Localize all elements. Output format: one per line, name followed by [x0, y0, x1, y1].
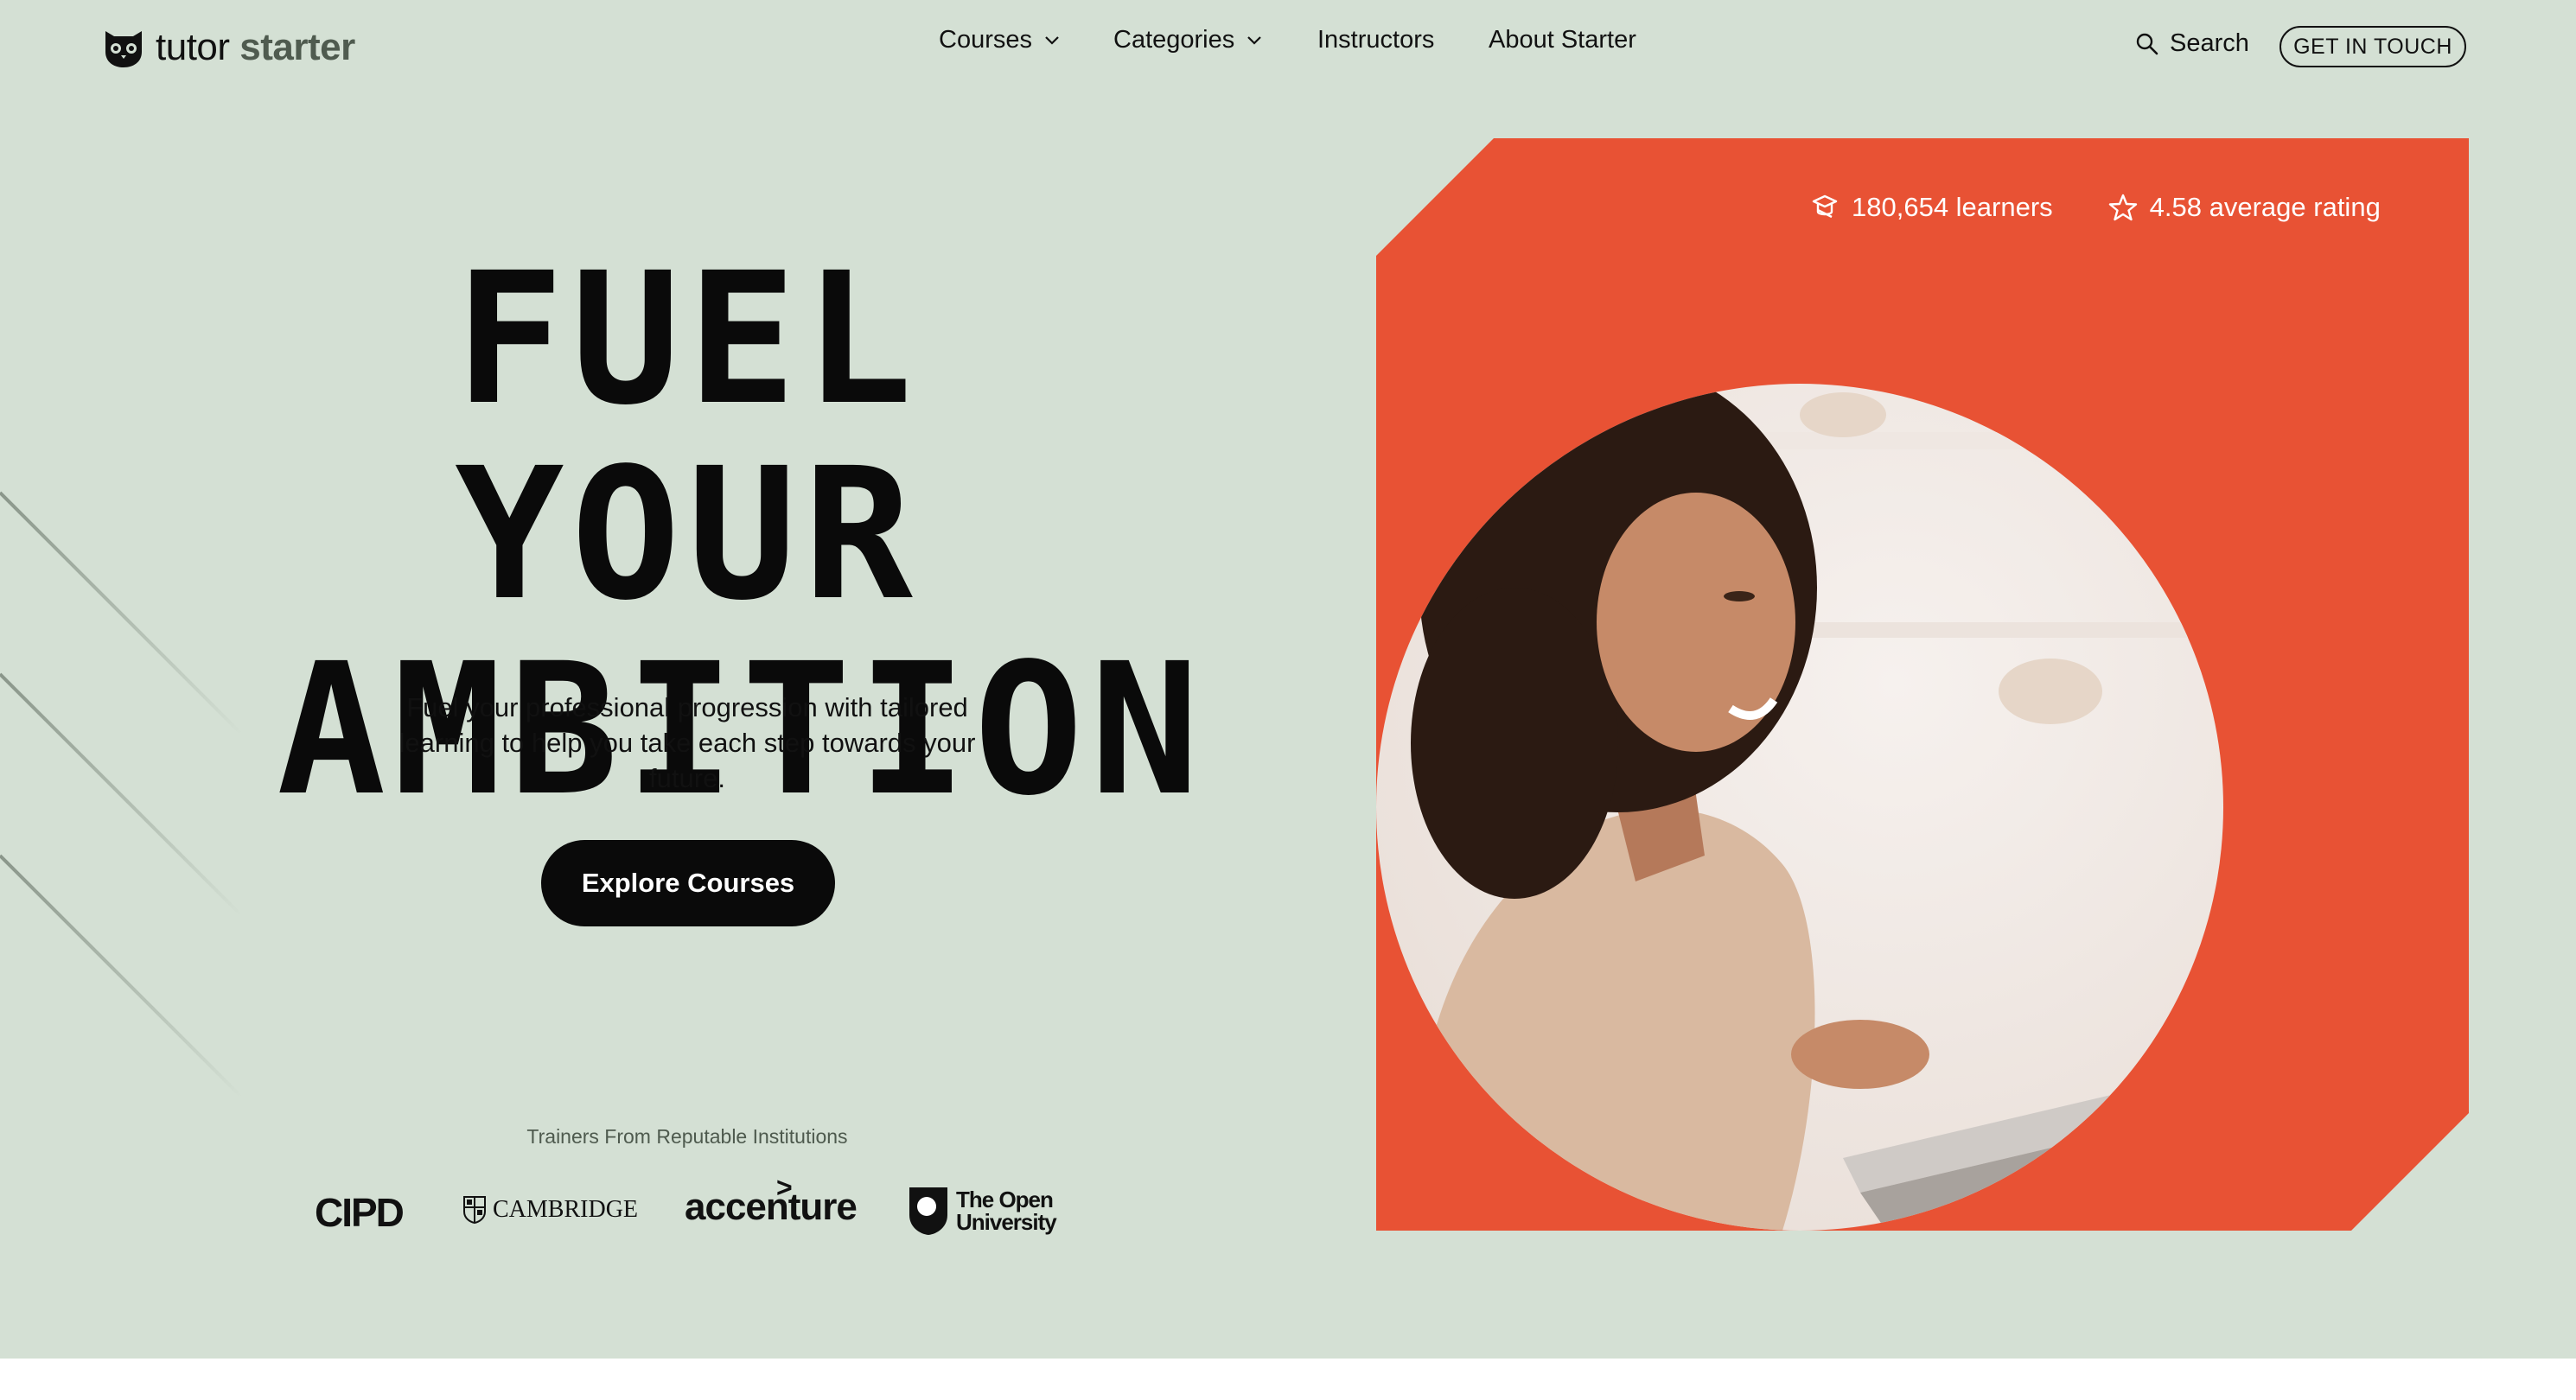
page-bottom-area [0, 1359, 2576, 1400]
decorative-lines [0, 491, 244, 1099]
hero-section: tutor starter Courses Categories Instruc… [0, 0, 2576, 1359]
accenture-wordmark: accenture [685, 1186, 858, 1228]
rating-stat: 4.58 average rating [2108, 192, 2381, 223]
search-button[interactable]: Search [2135, 29, 2249, 58]
nav-categories[interactable]: Categories [1113, 26, 1262, 54]
partner-logos: CIPD CAMBRIDGE > accenture The Open Univ… [311, 1172, 1072, 1243]
brand-logo[interactable]: tutor starter [104, 26, 355, 69]
chevron-down-icon [1045, 35, 1059, 45]
nav-instructors-label: Instructors [1317, 26, 1435, 54]
cipd-logo: CIPD [315, 1190, 405, 1235]
brand-word-tutor: tutor [156, 26, 230, 68]
nav-categories-label: Categories [1113, 26, 1235, 54]
learners-stat: 180,654 learners [1810, 192, 2053, 223]
search-label: Search [2170, 29, 2249, 57]
ou-line-1: The Open [956, 1187, 1054, 1212]
brand-name: tutor starter [156, 26, 355, 69]
cambridge-wordmark: CAMBRIDGE [493, 1196, 639, 1223]
stats-bar: 180,654 learners 4.58 average rating [1810, 192, 2381, 223]
accenture-logo: > accenture [685, 1172, 858, 1229]
star-icon [2108, 194, 2137, 221]
chevron-down-icon [1247, 35, 1262, 45]
accenture-mark-icon: > [776, 1172, 793, 1203]
trainers-label: Trainers From Reputable Institutions [526, 1125, 848, 1148]
ou-line-2: University [956, 1209, 1057, 1235]
headline-line-1: FUEL YOUR [455, 233, 920, 640]
nav-instructors[interactable]: Instructors [1317, 26, 1434, 54]
nav-about-starter[interactable]: About Starter [1489, 26, 1636, 54]
nav-courses-label: Courses [939, 26, 1032, 54]
graduation-cap-icon [1812, 194, 1838, 219]
open-university-shield-icon [909, 1187, 947, 1235]
owl-logo-icon [105, 31, 142, 67]
learners-count: 180,654 learners [1852, 192, 2053, 222]
average-rating: 4.58 average rating [2149, 192, 2381, 222]
open-university-logo: The Open University [908, 1186, 1057, 1236]
hero-image-panel [1376, 138, 2469, 1231]
cambridge-logo: CAMBRIDGE [463, 1196, 638, 1224]
get-in-touch-button[interactable]: GET IN TOUCH [2280, 26, 2466, 67]
nav-about-label: About Starter [1489, 26, 1636, 54]
brand-word-starter: starter [239, 26, 355, 68]
hero-subtext: Fuel your professional progression with … [399, 692, 976, 793]
explore-courses-button[interactable]: Explore Courses [541, 840, 835, 926]
search-icon [2136, 33, 2158, 54]
cambridge-crest-icon [463, 1196, 486, 1224]
open-university-wordmark: The Open University [956, 1187, 1057, 1235]
nav-courses[interactable]: Courses [939, 26, 1060, 54]
